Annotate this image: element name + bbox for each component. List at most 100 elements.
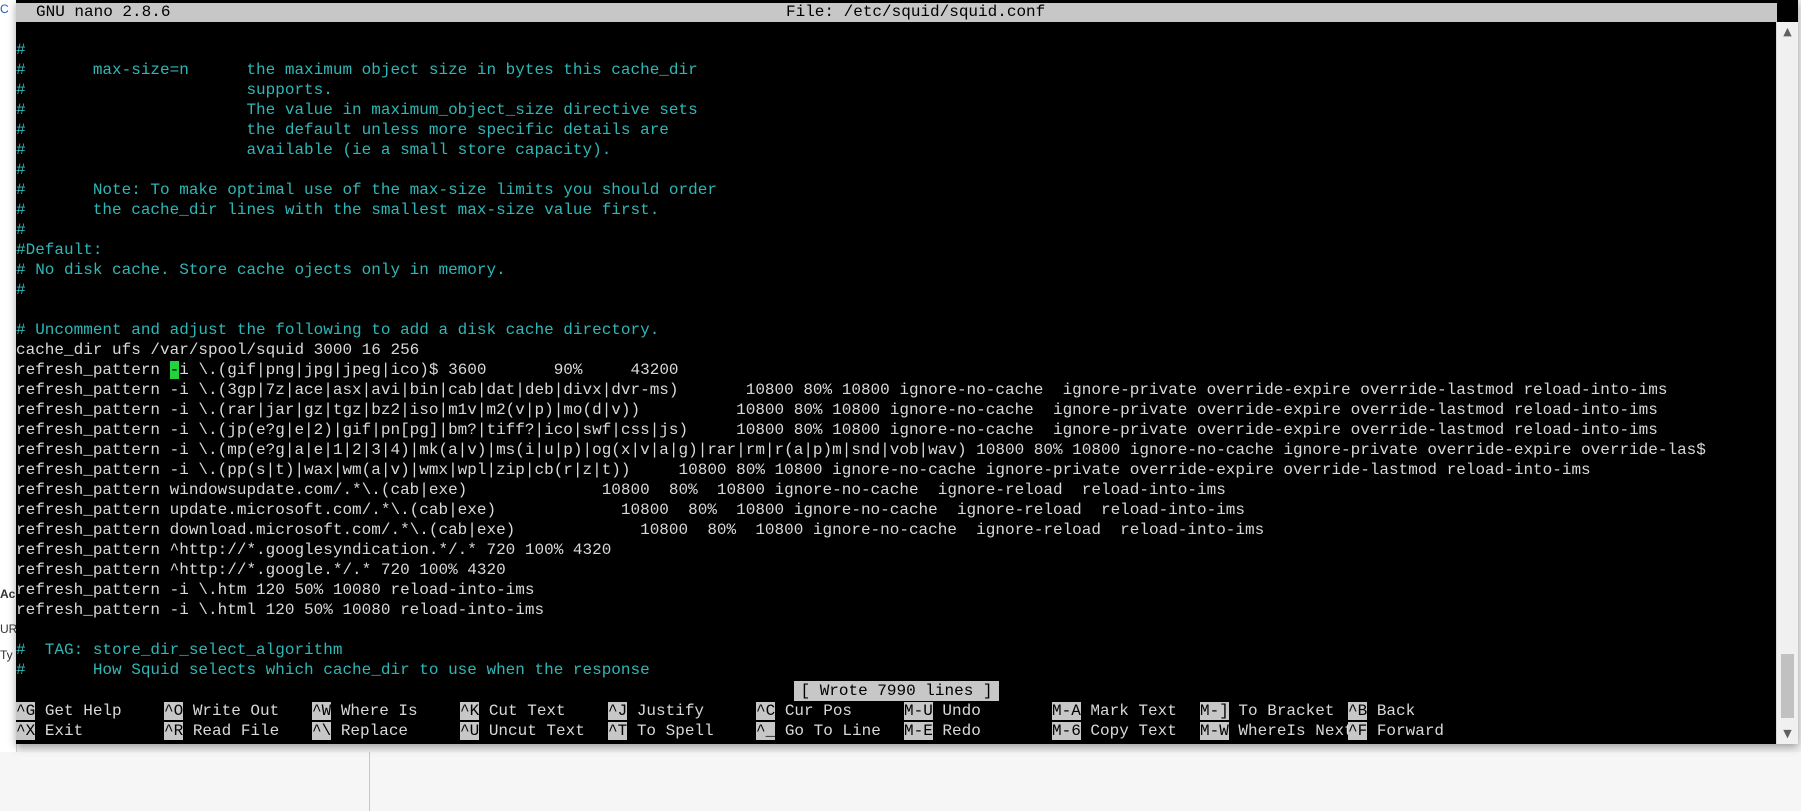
shortcut-label: Mark Text xyxy=(1090,702,1177,720)
shortcut-key: ^J xyxy=(608,702,628,720)
shortcut-key: ^_ xyxy=(756,722,776,740)
shortcut-label: Undo xyxy=(942,702,981,720)
shortcut-label: Exit xyxy=(44,722,84,740)
comment-line[interactable]: # xyxy=(16,160,1777,180)
shortcut-label: Cur Pos xyxy=(784,702,853,720)
shortcut-label: To Bracket xyxy=(1238,702,1335,720)
background-fragment: UR xyxy=(0,622,18,636)
vertical-scrollbar[interactable]: ▲ ▼ xyxy=(1776,22,1798,744)
shortcut-item: M-] To Bracket xyxy=(1200,701,1334,721)
shortcut-label: Justify xyxy=(636,702,705,720)
config-line[interactable]: refresh_pattern ^http://*.googlesyndicat… xyxy=(16,540,1777,560)
shortcut-label: Go To Line xyxy=(784,722,881,740)
config-line[interactable]: refresh_pattern ^http://*.google.*/.* 72… xyxy=(16,560,1777,580)
background-window-area xyxy=(0,752,1801,811)
shortcut-key: ^C xyxy=(756,702,776,720)
shortcut-key: ^G xyxy=(16,702,36,720)
shortcut-label: WhereIs Next xyxy=(1238,722,1354,740)
shortcut-label: Where Is xyxy=(340,702,418,720)
background-fragment: Ty xyxy=(0,648,13,662)
comment-line[interactable]: # xyxy=(16,40,1777,60)
comment-line[interactable]: # TAG: store_dir_select_algorithm xyxy=(16,640,1777,660)
config-line[interactable]: refresh_pattern -i \.(3gp|7z|ace|asx|avi… xyxy=(16,380,1777,400)
config-line[interactable]: cache_dir ufs /var/spool/squid 3000 16 2… xyxy=(16,340,1777,360)
comment-line[interactable]: # Note: To make optimal use of the max-s… xyxy=(16,180,1777,200)
shortcut-item: ^\ Replace xyxy=(312,721,408,741)
shortcut-key: M-W xyxy=(1200,722,1229,740)
shortcut-label: Cut Text xyxy=(488,702,566,720)
line-text: i \.(gif|png|jpg|jpeg|ico)$ 3600 90% 432… xyxy=(179,361,679,379)
shortcut-label: Write Out xyxy=(192,702,280,720)
config-line[interactable]: refresh_pattern -i \.(mp(e?g|a|e|1|2|3|4… xyxy=(16,440,1777,460)
comment-line[interactable]: # No disk cache. Store cache ojects only… xyxy=(16,260,1777,280)
shortcut-key: ^O xyxy=(164,702,184,720)
shortcut-key: ^T xyxy=(608,722,628,740)
shortcut-key: ^B xyxy=(1348,702,1368,720)
shortcut-item: ^J Justify xyxy=(608,701,704,721)
shortcut-item: ^O Write Out xyxy=(164,701,279,721)
shortcut-key: M-U xyxy=(904,702,933,720)
config-line[interactable]: refresh_pattern -i \.html 120 50% 10080 … xyxy=(16,600,1777,620)
config-line[interactable]: refresh_pattern -i \.htm 120 50% 10080 r… xyxy=(16,580,1777,600)
editor-buffer[interactable]: # # max-size=n the maximum object size in… xyxy=(16,40,1777,680)
config-line[interactable] xyxy=(16,620,1777,640)
config-line[interactable]: refresh_pattern update.microsoft.com/.*\… xyxy=(16,500,1777,520)
config-line[interactable]: refresh_pattern -i \.(pp(s|t)|wax|wm(a|v… xyxy=(16,460,1777,480)
shortcut-label: Get Help xyxy=(44,702,122,720)
shortcut-key: ^R xyxy=(164,722,184,740)
comment-line[interactable]: # How Squid selects which cache_dir to u… xyxy=(16,660,1777,680)
status-message: [ Wrote 7990 lines ] xyxy=(794,681,999,701)
comment-line[interactable]: # the cache_dir lines with the smallest … xyxy=(16,200,1777,220)
shortcut-key: M-6 xyxy=(1052,722,1081,740)
shortcut-key: M-] xyxy=(1200,702,1229,720)
shortcut-label: Copy Text xyxy=(1090,722,1177,740)
shortcut-key: ^F xyxy=(1348,722,1368,740)
scrollbar-thumb[interactable] xyxy=(1781,654,1794,718)
app-version: GNU nano 2.8.6 xyxy=(36,3,171,21)
config-line[interactable]: refresh_pattern -i \.(jp(e?g|e|2)|gif|pn… xyxy=(16,420,1777,440)
config-line[interactable]: refresh_pattern download.microsoft.com/.… xyxy=(16,520,1777,540)
status-bar: [ Wrote 7990 lines ] xyxy=(16,681,1777,701)
comment-line[interactable]: # Uncomment and adjust the following to … xyxy=(16,320,1777,340)
shortcut-label: Read File xyxy=(192,722,280,740)
shortcut-item: M-W WhereIs Next xyxy=(1200,721,1354,741)
comment-line[interactable]: # the default unless more specific detai… xyxy=(16,120,1777,140)
shortcut-bar: ^G Get Help ^O Write Out ^W Where Is ^K Cut… xyxy=(16,701,1777,741)
config-line[interactable] xyxy=(16,300,1777,320)
config-line[interactable]: refresh_pattern -i \.(gif|png|jpg|jpeg|i… xyxy=(16,360,1777,380)
config-line[interactable]: refresh_pattern windowsupdate.com/.*\.(c… xyxy=(16,480,1777,500)
shortcut-key: ^U xyxy=(460,722,480,740)
shortcut-key: ^\ xyxy=(312,722,332,740)
background-fragment: Ac xyxy=(0,587,16,601)
scroll-down-icon[interactable]: ▼ xyxy=(1777,724,1798,744)
comment-line[interactable]: #Default: xyxy=(16,240,1777,260)
shortcut-item: ^K Cut Text xyxy=(460,701,566,721)
background-divider xyxy=(369,752,370,811)
shortcut-item: ^U Uncut Text xyxy=(460,721,585,741)
shortcut-item: ^R Read File xyxy=(164,721,279,741)
config-line[interactable]: refresh_pattern -i \.(rar|jar|gz|tgz|bz2… xyxy=(16,400,1777,420)
shortcut-label: Uncut Text xyxy=(488,722,585,740)
shortcut-item: M-E Redo xyxy=(904,721,981,741)
comment-line[interactable]: # xyxy=(16,280,1777,300)
scroll-up-icon[interactable]: ▲ xyxy=(1777,22,1798,42)
shortcut-item: ^C Cur Pos xyxy=(756,701,852,721)
shortcut-item: M-6 Copy Text xyxy=(1052,721,1177,741)
shortcut-row: ^G Get Help ^O Write Out ^W Where Is ^K Cut… xyxy=(16,701,1777,721)
shortcut-item: ^G Get Help xyxy=(16,701,122,721)
terminal-window[interactable]: GNU nano 2.8.6 File: /etc/squid/squid.co… xyxy=(16,0,1798,744)
shortcut-key: ^K xyxy=(460,702,480,720)
shortcut-item: M-A Mark Text xyxy=(1052,701,1177,721)
comment-line[interactable]: # supports. xyxy=(16,80,1777,100)
shortcut-key: ^W xyxy=(312,702,332,720)
shortcut-label: Redo xyxy=(942,722,981,740)
shortcut-item: ^_ Go To Line xyxy=(756,721,881,741)
shortcut-item: M-U Undo xyxy=(904,701,981,721)
comment-line[interactable]: # xyxy=(16,220,1777,240)
comment-line[interactable]: # The value in maximum_object_size direc… xyxy=(16,100,1777,120)
shortcut-item: ^W Where Is xyxy=(312,701,418,721)
comment-line[interactable]: # available (ie a small store capacity). xyxy=(16,140,1777,160)
shortcut-label: Replace xyxy=(340,722,409,740)
comment-line[interactable]: # max-size=n the maximum object size in … xyxy=(16,60,1777,80)
shortcut-item: ^B Back xyxy=(1348,701,1415,721)
